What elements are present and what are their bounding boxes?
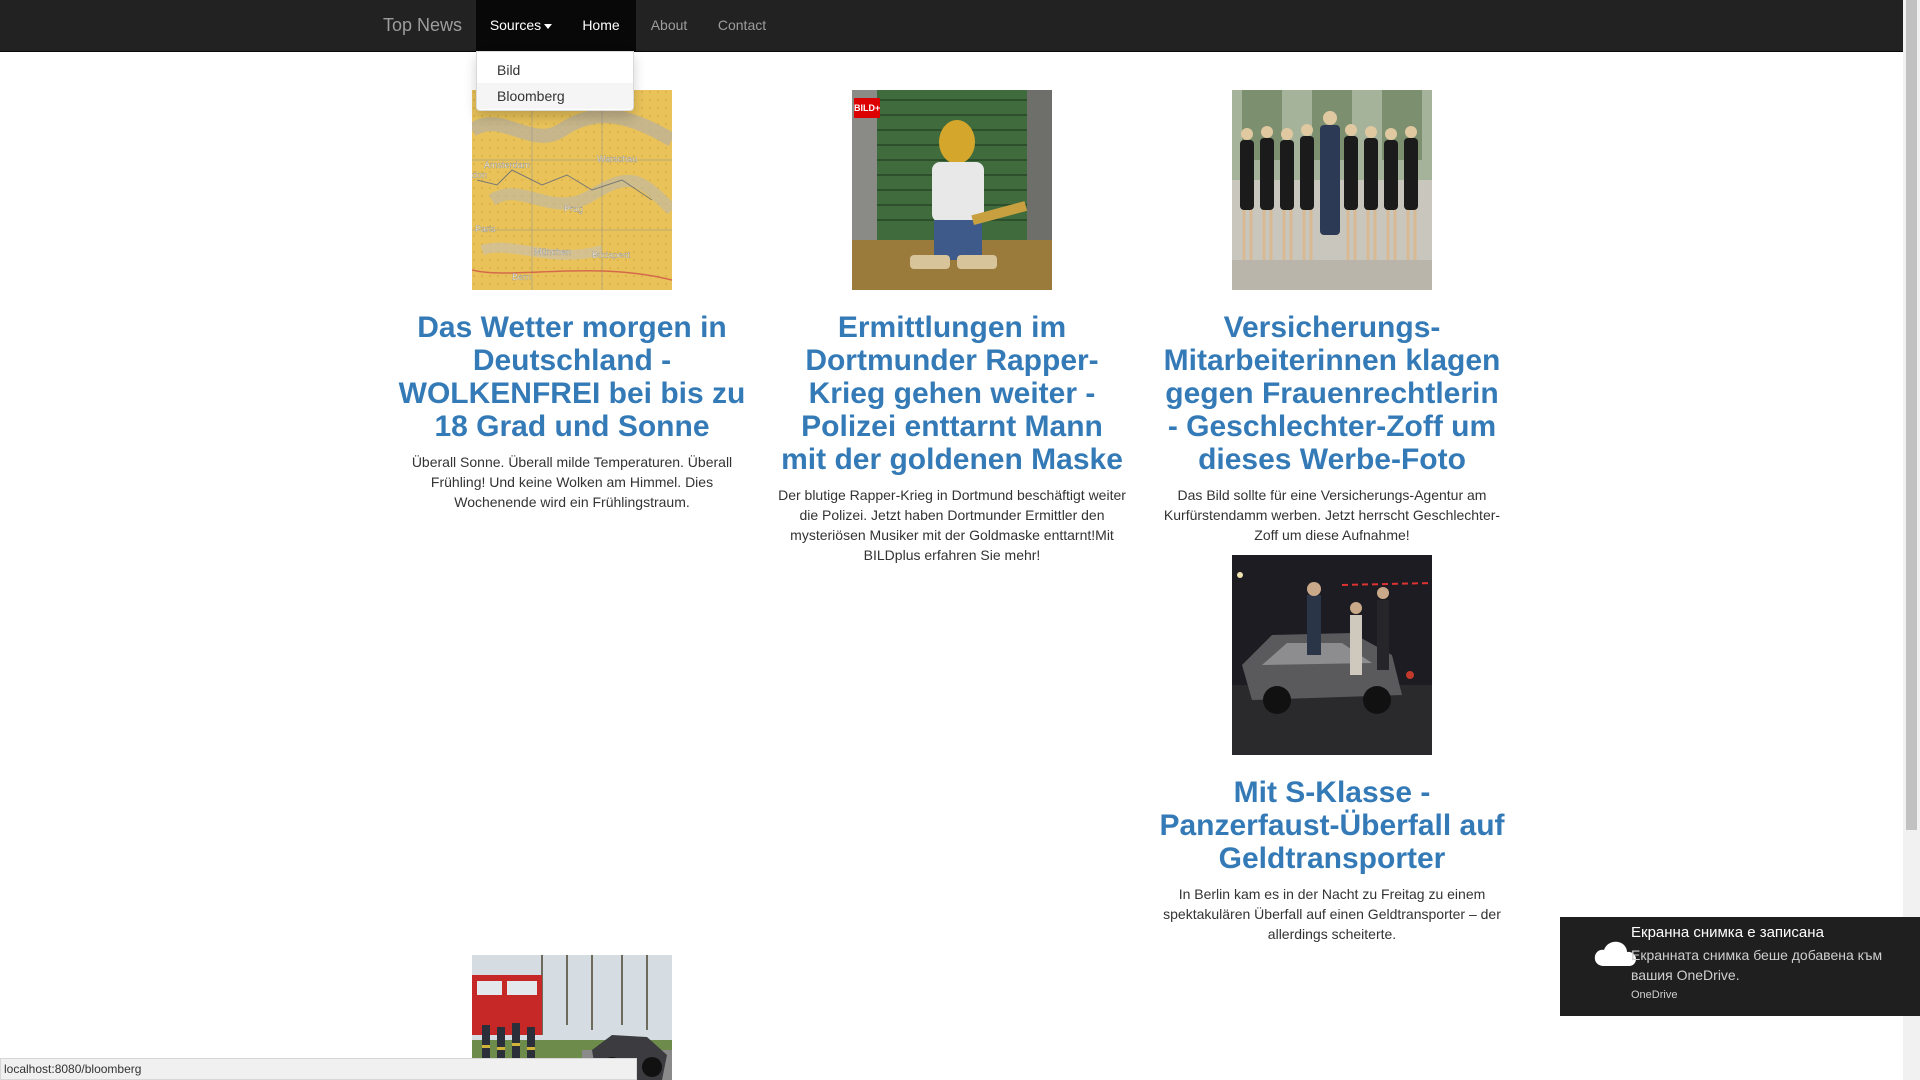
article-title[interactable]: Mit S-Klasse - Panzerfaust-Überfall auf … — [1157, 776, 1507, 875]
burnt-car-graphic — [1232, 555, 1432, 755]
article-summary: Der blutige Rapper-Krieg in Dortmund bes… — [778, 487, 1126, 563]
nav-contact-label: Contact — [717, 17, 767, 33]
article-title[interactable]: Versicherungs-Mitarbeiterinnen klagen ge… — [1157, 311, 1507, 476]
map-label: don — [472, 170, 487, 180]
toast-body: Екранната снимка беше добавена към вашия… — [1631, 947, 1883, 983]
map-label: München — [534, 247, 571, 257]
sources-label: Sources — [489, 17, 542, 33]
nav-home-label: Home — [582, 17, 620, 33]
article-image-burnt-car[interactable] — [1232, 555, 1432, 755]
browser-status-bar: localhost:8080/bloomberg — [0, 1058, 637, 1080]
map-label: Paris — [475, 224, 496, 234]
status-url: localhost:8080/bloomberg — [4, 1062, 142, 1076]
article-title[interactable]: Ermittlungen im Dortmunder Rapper-Krieg … — [777, 311, 1127, 476]
article-image-weather-map[interactable]: Amsterdam Warschau don Prag Paris Münche… — [472, 90, 672, 290]
article-title[interactable]: Das Wetter morgen in Deutschland - WOLKE… — [397, 311, 747, 443]
dropdown-item-bloomberg[interactable]: Bloomberg — [477, 83, 633, 109]
navbar: Top News Sources Home About Contact — [0, 0, 1903, 52]
nav-home[interactable]: Home — [566, 0, 636, 51]
nav-about[interactable]: About — [636, 0, 702, 51]
map-label: Bern — [512, 272, 531, 282]
article-summary: In Berlin kam es in der Nacht zu Freitag… — [1163, 886, 1501, 942]
bildplus-badge: BILD+ — [854, 98, 880, 118]
map-label: Warschau — [597, 154, 637, 164]
bildplus-badge-label: BILD+ — [854, 103, 881, 113]
article-image-rapper[interactable]: BILD+ — [852, 90, 1052, 290]
onedrive-toast-notification[interactable]: Екранна снимка е записана Екранната сним… — [1560, 917, 1920, 1016]
weather-map-graphic: Amsterdam Warschau don Prag Paris Münche… — [472, 90, 672, 290]
scrollbar-thumb[interactable] — [1906, 0, 1917, 830]
article-summary: Überall Sonne. Überall milde Temperature… — [411, 454, 733, 510]
navbar-brand[interactable]: Top News — [382, 0, 463, 51]
article-summary: Das Bild sollte für eine Versicherungs-A… — [1163, 487, 1501, 543]
sources-dropdown-toggle[interactable]: Sources — [476, 0, 566, 51]
sources-dropdown-menu: Bild Bloomberg — [476, 51, 634, 111]
article-image-group[interactable] — [1232, 90, 1432, 290]
map-label: Amsterdam — [484, 160, 530, 170]
nav-contact[interactable]: Contact — [702, 0, 782, 51]
rapper-photo-graphic — [852, 90, 1052, 290]
dropdown-item-bild[interactable]: Bild — [477, 57, 633, 83]
caret-down-icon — [544, 23, 553, 29]
toast-app-name: OneDrive — [1631, 989, 1678, 1001]
map-label: Prag — [564, 204, 583, 214]
group-photo-graphic — [1232, 90, 1432, 290]
map-label: Budapest — [592, 250, 631, 260]
nav-about-label: About — [650, 17, 688, 33]
toast-title: Екранна снимка е записана — [1631, 924, 1824, 941]
